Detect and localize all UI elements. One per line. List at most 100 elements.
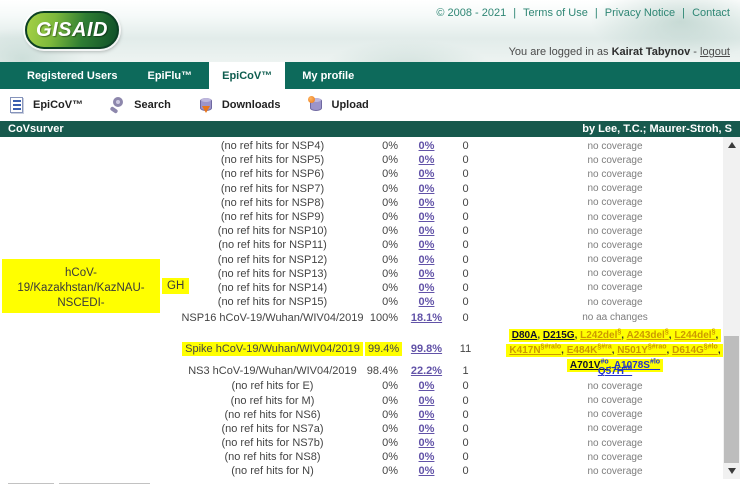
changes-text: no coverage — [587, 141, 642, 152]
protein-cell: NSP16 hCoV-19/Wuhan/WIV04/2019 — [180, 312, 365, 324]
coverage-link[interactable]: 0% — [419, 239, 435, 251]
toolbar-search-button[interactable]: Search — [109, 96, 171, 114]
protein-cell: (no ref hits for NS7b) — [180, 437, 365, 449]
coverage-link[interactable]: 0% — [419, 268, 435, 280]
coverage-cell: 0% — [398, 239, 455, 251]
mutation-link[interactable]: N501Y§#rao — [617, 345, 666, 356]
coverage-link[interactable]: 0% — [419, 451, 435, 463]
terms-of-use-link[interactable]: Terms of Use — [523, 7, 588, 19]
coverage-link[interactable]: 0% — [419, 423, 435, 435]
protein-cell: (no ref hits for E) — [180, 380, 365, 392]
covsurver-bar: CoVsurver by Lee, T.C.; Maurer-Stroh, S — [0, 121, 740, 137]
changes-cell: no aa changes — [476, 311, 740, 324]
changes-cell: Q57H#o — [476, 363, 740, 378]
protein-cell: (no ref hits for N) — [180, 465, 365, 477]
coverage-link[interactable]: 0% — [419, 154, 435, 166]
changes-cell: no coverage — [476, 380, 740, 393]
mutation-link[interactable]: L244del§ — [674, 330, 715, 341]
count-cell: 0 — [455, 197, 476, 209]
coverage-cell: 0% — [398, 168, 455, 180]
count-cell: 0 — [455, 140, 476, 152]
coverage-link[interactable]: 18.1% — [411, 312, 442, 324]
mutation-link[interactable]: A243del§ — [626, 330, 668, 341]
vertical-scrollbar[interactable] — [723, 137, 740, 479]
tab-epiflu[interactable]: EpiFlu™ — [135, 62, 206, 89]
coverage-link[interactable]: 0% — [419, 140, 435, 152]
table-row: (no ref hits for NSP7)0%0%0no coverage — [0, 182, 740, 196]
identity-cell: 0% — [365, 239, 398, 251]
coverage-cell: 0% — [398, 423, 455, 435]
coverage-link[interactable]: 0% — [419, 168, 435, 180]
protein-cell: (no ref hits for NSP8) — [180, 197, 365, 209]
mutation-link[interactable]: Q57H#o — [598, 366, 632, 377]
tab-registered-users[interactable]: Registered Users — [14, 62, 131, 89]
coverage-link[interactable]: 22.2% — [411, 365, 442, 377]
mutation-link[interactable]: E484K§#ra — [567, 345, 612, 356]
query-name-line2: NSCEDI- — [57, 297, 104, 309]
coverage-link[interactable]: 0% — [419, 254, 435, 266]
coverage-link[interactable]: 99.8% — [411, 343, 442, 355]
coverage-link[interactable]: 0% — [419, 465, 435, 477]
logout-link[interactable]: logout — [700, 46, 730, 58]
protein-cell: (no ref hits for M) — [180, 395, 365, 407]
mutation-link[interactable]: L242del§ — [580, 330, 621, 341]
coverage-cell: 0% — [398, 395, 455, 407]
mutation-link[interactable]: D80A — [512, 330, 538, 341]
changes-cell: no coverage — [476, 140, 740, 153]
coverage-link[interactable]: 0% — [419, 183, 435, 195]
coverage-link[interactable]: 0% — [419, 409, 435, 421]
coverage-link[interactable]: 0% — [419, 211, 435, 223]
changes-text: no coverage — [587, 409, 642, 420]
arrow-up-icon — [728, 142, 736, 148]
changes-cell: no coverage — [476, 437, 740, 450]
changes-cell: no coverage — [476, 296, 740, 309]
coverage-link[interactable]: 0% — [419, 225, 435, 237]
changes-text: no coverage — [587, 169, 642, 180]
toolbar-upload-label: Upload — [332, 99, 369, 111]
mutation-link[interactable]: K417N§#ralo — [509, 345, 561, 356]
changes-cell: no coverage — [476, 211, 740, 224]
table-row: (no ref hits for N)0%0%0no coverage — [0, 464, 740, 478]
contact-link[interactable]: Contact — [692, 7, 730, 19]
privacy-notice-link[interactable]: Privacy Notice — [605, 7, 675, 19]
table-row: (no ref hits for NS7b)0%0%0no coverage — [0, 436, 740, 450]
identity-cell: 0% — [365, 437, 398, 449]
coverage-cell: 0% — [398, 254, 455, 266]
mutation-link[interactable]: D614G§#lo — [672, 345, 718, 356]
changes-cell: no coverage — [476, 408, 740, 421]
count-cell: 0 — [455, 395, 476, 407]
changes-text: no coverage — [587, 268, 642, 279]
count-cell: 0 — [455, 225, 476, 237]
identity-cell: 0% — [365, 154, 398, 166]
clade-badge: GH — [162, 278, 189, 294]
coverage-cell: 0% — [398, 451, 455, 463]
scrollbar-thumb[interactable] — [724, 336, 739, 463]
scroll-up-button[interactable] — [723, 137, 740, 153]
changes-text: no coverage — [587, 282, 642, 293]
gisaid-logo[interactable]: GISAID — [25, 11, 119, 49]
coverage-link[interactable]: 0% — [419, 282, 435, 294]
separator: | — [513, 7, 516, 19]
coverage-link[interactable]: 0% — [419, 437, 435, 449]
identity-cell: 0% — [365, 409, 398, 421]
scroll-down-button[interactable] — [723, 463, 740, 479]
mutation-link[interactable]: D215G — [543, 330, 575, 341]
changes-cell: no coverage — [476, 394, 740, 407]
coverage-cell: 0% — [398, 380, 455, 392]
changes-text: no coverage — [587, 466, 642, 477]
toolbar-epicov-button[interactable]: EpiCoV™ — [8, 96, 83, 114]
separator: | — [595, 7, 598, 19]
coverage-link[interactable]: 0% — [419, 395, 435, 407]
changes-text: no coverage — [587, 183, 642, 194]
tab-my-profile[interactable]: My profile — [289, 62, 367, 89]
changes-text: no coverage — [587, 155, 642, 166]
toolbar-upload-button[interactable]: Upload — [307, 96, 369, 114]
coverage-link[interactable]: 0% — [419, 296, 435, 308]
coverage-link[interactable]: 0% — [419, 197, 435, 209]
changes-cell: no coverage — [476, 253, 740, 266]
coverage-link[interactable]: 0% — [419, 380, 435, 392]
toolbar-downloads-button[interactable]: Downloads — [197, 96, 281, 114]
identity-cell: 0% — [365, 465, 398, 477]
count-cell: 0 — [455, 437, 476, 449]
tab-epicov[interactable]: EpiCoV™ — [209, 62, 285, 89]
